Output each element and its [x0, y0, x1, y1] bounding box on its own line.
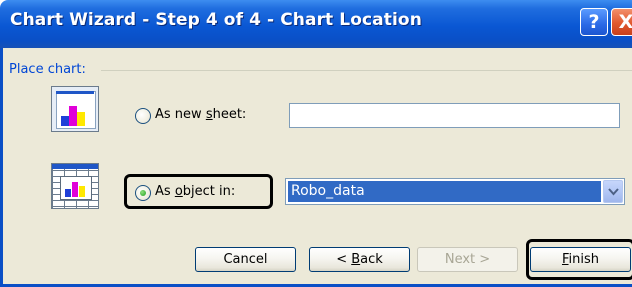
- back-button[interactable]: < Back: [309, 247, 410, 272]
- object-in-select[interactable]: Robo_data: [285, 178, 625, 205]
- object-in-label[interactable]: As object in:: [155, 184, 235, 199]
- window-title: Chart Wizard - Step 4 of 4 - Chart Locat…: [10, 10, 422, 30]
- new-sheet-radio[interactable]: [135, 108, 151, 124]
- title-bar[interactable]: Chart Wizard - Step 4 of 4 - Chart Locat…: [0, 0, 632, 48]
- close-icon: X: [618, 11, 632, 33]
- embedded-chart-icon: [51, 163, 99, 209]
- group-label: Place chart:: [9, 62, 86, 77]
- new-sheet-name-input[interactable]: [289, 103, 620, 128]
- chevron-down-icon: [608, 188, 619, 196]
- object-in-selected-value: Robo_data: [288, 181, 601, 202]
- close-button[interactable]: X: [611, 8, 632, 36]
- finish-button[interactable]: Finish: [530, 247, 631, 272]
- radio-selected-dot: [140, 190, 146, 196]
- help-icon: ?: [588, 11, 600, 33]
- cancel-button[interactable]: Cancel: [195, 247, 296, 272]
- chart-wizard-dialog: Chart Wizard - Step 4 of 4 - Chart Locat…: [0, 0, 632, 287]
- object-in-radio[interactable]: [135, 185, 151, 201]
- group-divider: [101, 70, 632, 71]
- new-sheet-label[interactable]: As new sheet:: [155, 107, 246, 122]
- next-button[interactable]: Next >: [417, 247, 518, 272]
- help-button[interactable]: ?: [580, 8, 608, 36]
- chart-sheet-icon: [51, 86, 99, 132]
- dropdown-button[interactable]: [603, 180, 623, 203]
- dialog-body: Place chart: As new sheet: As object in:…: [0, 48, 632, 287]
